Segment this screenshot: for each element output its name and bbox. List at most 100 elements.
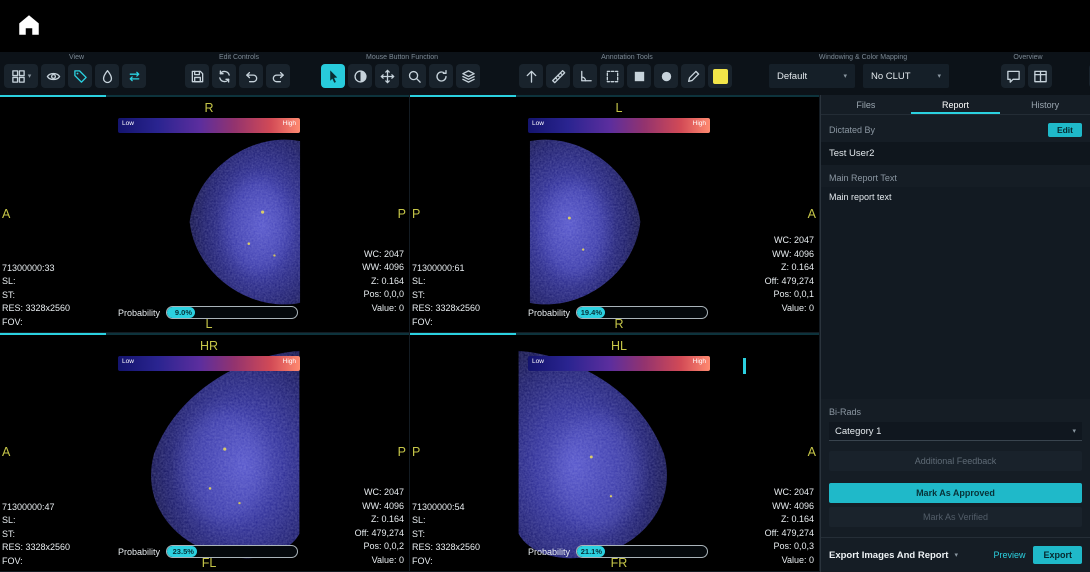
tab-report[interactable]: Report [911, 95, 1001, 114]
main-report-label: Main Report Text [821, 165, 1090, 185]
roi-rect-icon [605, 69, 620, 84]
orientation-marker-top: R [118, 101, 300, 115]
pencil-icon [686, 69, 701, 84]
export-button[interactable]: Export [1033, 546, 1082, 564]
arrow-annotation-button[interactable] [519, 64, 543, 88]
preview-button[interactable]: Preview [993, 550, 1025, 560]
viewport-l-cc[interactable]: Low High L R P A 71300000:61 SL: ST: RES… [410, 95, 820, 333]
swap-arrows-icon [127, 69, 142, 84]
export-type-select[interactable]: Export Images And Report ▾ [829, 550, 985, 561]
slice-scroll-indicator[interactable] [743, 358, 746, 374]
sidebar-tabs: Files Report History [821, 95, 1090, 115]
meta-line: WC: 2047 [362, 248, 404, 262]
meta-line: Pos: 0,0,0 [362, 288, 404, 302]
annotation-color-button[interactable] [708, 64, 732, 88]
legend-high-label: High [283, 358, 296, 365]
clut-value: No CLUT [871, 71, 911, 82]
tag-annotations-button[interactable] [68, 64, 92, 88]
window-preset-value: Default [777, 71, 807, 82]
zoom-tool-button[interactable] [402, 64, 426, 88]
roi-rect-button[interactable] [600, 64, 624, 88]
toolbar-group-edit: Edit Controls [185, 54, 293, 88]
mammogram-image [166, 125, 304, 317]
meta-line: SL: [412, 275, 480, 289]
redo-icon [271, 69, 286, 84]
image-metadata-right: WC: 2047 WW: 4096 Z: 0.164 Off: 479,274 … [355, 486, 404, 567]
meta-line: Value: 0 [765, 554, 814, 568]
orientation-marker-top: L [528, 101, 710, 115]
rectangle-annotation-button[interactable] [627, 64, 651, 88]
main-report-textarea[interactable]: Main report text [821, 187, 1090, 399]
sync-button[interactable] [212, 64, 236, 88]
mark-approved-button[interactable]: Mark As Approved [829, 483, 1082, 503]
circle-icon [659, 69, 674, 84]
additional-feedback-button[interactable]: Additional Feedback [829, 451, 1082, 471]
window-preset-select[interactable]: Default ▾ [769, 64, 855, 88]
ellipse-annotation-button[interactable] [654, 64, 678, 88]
birads-select[interactable]: Category 1 ▾ [829, 422, 1082, 441]
series-id: 71300000:33 [2, 262, 70, 276]
legend-low-label: Low [122, 358, 134, 365]
toolbar-group-view: View ▾ [4, 54, 149, 88]
viewport-r-mlo[interactable]: Low High HR FL A P 71300000:47 SL: ST: R… [0, 333, 410, 572]
study-table-button[interactable] [1028, 64, 1052, 88]
meta-line: WW: 4096 [362, 261, 404, 275]
chevron-down-icon: ▾ [28, 73, 32, 80]
ruler-measure-button[interactable] [546, 64, 570, 88]
mammogram-image [526, 125, 664, 317]
series-id: 71300000:47 [2, 501, 70, 515]
save-button[interactable] [185, 64, 209, 88]
birads-value: Category 1 [835, 426, 881, 437]
meta-line: FOV: [412, 555, 480, 569]
layout-select-button[interactable]: ▾ [4, 64, 38, 88]
square-icon [632, 69, 647, 84]
toolbar-group-mouse: Mouse Button Function [321, 54, 483, 88]
layers-tool-button[interactable] [456, 64, 480, 88]
meta-line: FOV: [2, 555, 70, 569]
main-toolbar: View ▾ [0, 52, 1090, 95]
image-metadata-left: 71300000:54 SL: ST: RES: 3328x2560 FOV: [412, 501, 480, 569]
clut-select[interactable]: No CLUT ▾ [863, 64, 949, 88]
image-metadata-left: 71300000:33 SL: ST: RES: 3328x2560 FOV: [2, 262, 70, 330]
pointer-tool-button[interactable] [321, 64, 345, 88]
viewport-r-cc[interactable]: Low High R L A P 71300000:33 SL: ST: RES… [0, 95, 410, 333]
pan-move-icon [380, 69, 395, 84]
rotate-tool-button[interactable] [429, 64, 453, 88]
swap-compare-button[interactable] [122, 64, 146, 88]
angle-measure-button[interactable] [573, 64, 597, 88]
meta-line: Pos: 0,0,1 [765, 288, 814, 302]
meta-line: Pos: 0,0,3 [765, 540, 814, 554]
redo-button[interactable] [266, 64, 290, 88]
meta-line: RES: 3328x2560 [2, 541, 70, 555]
opacity-droplet-button[interactable] [95, 64, 119, 88]
series-id: 71300000:54 [412, 501, 480, 515]
undo-button[interactable] [239, 64, 263, 88]
freehand-draw-button[interactable] [681, 64, 705, 88]
pan-tool-button[interactable] [375, 64, 399, 88]
home-button[interactable] [12, 8, 46, 45]
viewport-l-mlo[interactable]: Low High HL FR P A 71300000:54 SL: ST: R… [410, 333, 820, 572]
probability-value: 9.0% [175, 308, 192, 317]
dictated-by-value[interactable]: Test User2 [821, 142, 1090, 165]
probability-indicator: Probability 19.4% [528, 306, 708, 319]
probability-value: 23.5% [173, 547, 194, 556]
edit-button[interactable]: Edit [1048, 123, 1082, 137]
toolbar-group-label-annotation: Annotation Tools [601, 54, 653, 61]
comments-button[interactable] [1001, 64, 1025, 88]
sync-icon [217, 69, 232, 84]
probability-label: Probability [118, 308, 160, 318]
legend-low-label: Low [122, 120, 134, 127]
meta-line: Z: 0.164 [765, 513, 814, 527]
meta-line: WC: 2047 [355, 486, 404, 500]
undo-icon [244, 69, 259, 84]
table-grid-icon [1033, 69, 1048, 84]
tab-files[interactable]: Files [821, 95, 911, 114]
visibility-toggle-button[interactable] [41, 64, 65, 88]
meta-line: ST: [412, 289, 480, 303]
toolbar-group-label-view: View [69, 54, 84, 61]
probability-indicator: Probability 9.0% [118, 306, 298, 319]
probability-fill: 9.0% [167, 307, 195, 318]
tab-history[interactable]: History [1000, 95, 1090, 114]
window-level-tool-button[interactable] [348, 64, 372, 88]
mark-verified-button[interactable]: Mark As Verified [829, 507, 1082, 527]
